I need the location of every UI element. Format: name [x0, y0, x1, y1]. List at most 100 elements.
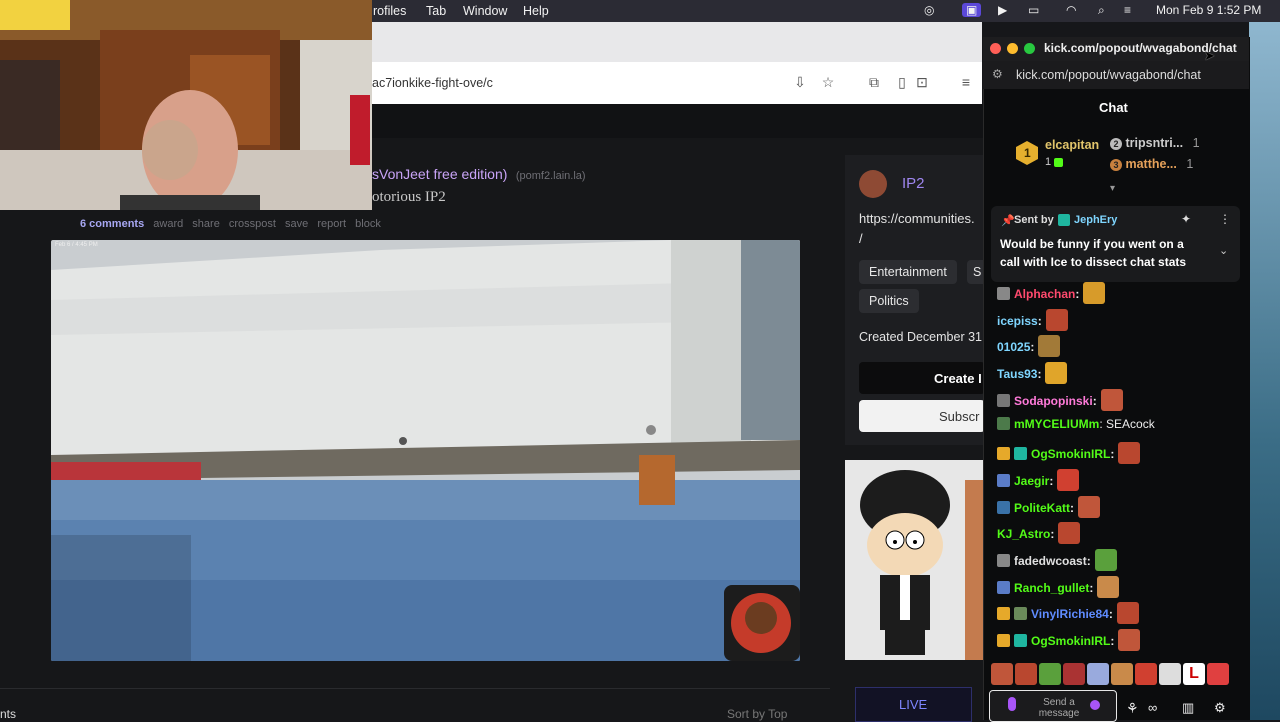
chat-message[interactable]: 01025: — [997, 335, 1061, 357]
emote-icon[interactable] — [1207, 663, 1229, 685]
more-options-icon[interactable]: ⋮ — [1219, 212, 1231, 226]
emote-icon[interactable]: L — [1183, 663, 1205, 685]
sort-dropdown[interactable]: Sort by Top — [727, 707, 787, 721]
screen-record-icon[interactable]: ▣ — [962, 3, 982, 17]
emote-icon[interactable] — [1087, 663, 1109, 685]
collapse-handle-icon[interactable]: ▾ — [1110, 183, 1115, 194]
crosspost-link[interactable]: crosspost — [229, 218, 276, 230]
block-link[interactable]: block — [355, 218, 381, 230]
emoji-icon[interactable] — [1090, 700, 1100, 710]
chat-message[interactable]: KJ_Astro: — [997, 522, 1081, 544]
chat-message[interactable]: Taus93: — [997, 362, 1068, 384]
mic-icon[interactable] — [1008, 697, 1016, 711]
leader-1-name[interactable]: elcapitan — [1045, 138, 1099, 152]
menu-help[interactable]: Help — [523, 4, 549, 18]
emote-icon[interactable] — [1063, 663, 1085, 685]
emote-icon[interactable] — [1159, 663, 1181, 685]
chat-message[interactable]: mMYCELIUMm: SEAcock — [997, 415, 1155, 433]
chat-message[interactable]: Sodapopinski: — [997, 389, 1123, 411]
menu-tab[interactable]: Tab — [426, 4, 446, 18]
sidebar-icon[interactable]: ▯ — [894, 74, 910, 90]
emote-icon[interactable] — [1111, 663, 1133, 685]
post-title[interactable]: sVonJeet free edition) — [372, 166, 507, 182]
share-link[interactable]: share — [192, 218, 220, 230]
chat-username[interactable]: KJ_Astro — [997, 527, 1050, 541]
chat-message[interactable]: Jaegir: — [997, 469, 1080, 491]
close-icon[interactable] — [990, 43, 1001, 54]
chat-username[interactable]: VinylRichie84 — [1031, 607, 1109, 621]
emote-icon[interactable] — [1135, 663, 1157, 685]
users-icon[interactable]: ⚘ — [1126, 700, 1139, 717]
chat-message[interactable]: Ranch_gullet: — [997, 576, 1120, 598]
pin-icon: 📌 — [1001, 215, 1015, 227]
chat-username[interactable]: Sodapopinski — [1014, 394, 1093, 408]
search-icon[interactable]: ⌕ — [1098, 3, 1105, 18]
chat-username[interactable]: Taus93 — [997, 367, 1037, 381]
leader-2-name[interactable]: tripsntri... — [1125, 136, 1183, 150]
save-link[interactable]: save — [285, 218, 308, 230]
install-icon[interactable]: ⇩ — [792, 74, 808, 90]
tab-search-icon[interactable]: ⊡ — [914, 74, 930, 90]
status-icon[interactable]: ◎ — [924, 3, 934, 17]
chat-username[interactable]: Ranch_gullet — [1014, 581, 1089, 595]
settings-gear-icon[interactable]: ⚙ — [1214, 700, 1226, 716]
chat-username[interactable]: PoliteKatt — [1014, 501, 1070, 515]
create-button[interactable]: Create I — [859, 362, 985, 394]
expand-chevron-icon[interactable]: ⌄ — [1219, 244, 1228, 257]
menu-profiles[interactable]: rofiles — [373, 4, 406, 18]
minimize-icon[interactable] — [1007, 43, 1018, 54]
emote-icon[interactable] — [991, 663, 1013, 685]
report-link[interactable]: report — [317, 218, 346, 230]
subscribe-button[interactable]: Subscr — [859, 400, 985, 432]
chat-message[interactable]: OgSmokinIRL: — [997, 442, 1141, 464]
zoom-icon[interactable] — [1024, 43, 1035, 54]
chat-header: Chat — [983, 94, 1249, 122]
pinned-sender[interactable]: JephEry — [1074, 214, 1117, 226]
site-settings-icon[interactable]: ⚙ — [992, 67, 1003, 81]
chat-message[interactable]: fadedwcoast: — [997, 549, 1117, 571]
live-button[interactable]: LIVE — [855, 687, 972, 722]
address-bar[interactable]: ac7ionkike-fight-ove/c — [372, 76, 493, 90]
chat-username[interactable]: OgSmokinIRL — [1031, 447, 1110, 461]
post-domain[interactable]: (pomf2.lain.la) — [516, 170, 586, 182]
wifi-icon[interactable]: ◠ — [1066, 3, 1076, 17]
chat-address[interactable]: kick.com/popout/wvagabond/chat — [1016, 68, 1201, 82]
battery-icon[interactable]: ▭ — [1028, 3, 1039, 17]
menu-window[interactable]: Window — [463, 4, 507, 18]
chat-message[interactable]: PoliteKatt: — [997, 496, 1101, 518]
video-player[interactable]: Feb 6 / 4:45 PM — [51, 240, 800, 661]
sidebar-image[interactable] — [845, 460, 985, 660]
community-avatar[interactable] — [859, 170, 887, 198]
chat-message[interactable]: icepiss: — [997, 309, 1068, 331]
control-center-icon[interactable]: ≡ — [1124, 3, 1131, 17]
chat-username[interactable]: Alphachan — [1014, 287, 1075, 301]
leader-3-name[interactable]: matthe... — [1125, 157, 1176, 171]
clock[interactable]: Mon Feb 9 1:52 PM — [1156, 3, 1261, 17]
chat-username[interactable]: OgSmokinIRL — [1031, 634, 1110, 648]
chat-input[interactable]: Send a message — [989, 690, 1117, 722]
award-link[interactable]: award — [153, 218, 183, 230]
chat-message[interactable]: OgSmokinIRL: — [997, 629, 1141, 651]
chat-username[interactable]: mMYCELIUMm — [1014, 417, 1099, 431]
tag-politics[interactable]: Politics — [859, 289, 919, 313]
chat-username[interactable]: fadedwcoast — [1014, 554, 1087, 568]
chat-username[interactable]: icepiss — [997, 314, 1038, 328]
community-link[interactable]: https://communities. — [859, 211, 975, 226]
comments-link[interactable]: 6 comments — [80, 218, 144, 230]
tag-entertainment[interactable]: Entertainment — [859, 260, 957, 284]
emote-icon[interactable] — [1015, 663, 1037, 685]
chat-username[interactable]: 01025 — [997, 340, 1030, 354]
play-icon[interactable]: ▶ — [998, 3, 1007, 17]
chat-username[interactable]: Jaegir — [1014, 474, 1049, 488]
bookmark-star-icon[interactable]: ☆ — [820, 74, 836, 90]
emote-icon[interactable] — [1039, 663, 1061, 685]
unpin-icon[interactable]: ✦ — [1181, 212, 1191, 226]
chat-message[interactable]: Alphachan: — [997, 282, 1106, 304]
store-icon[interactable]: ▥ — [1182, 700, 1194, 716]
community-name[interactable]: IP2 — [902, 175, 925, 192]
link-icon[interactable]: ∞ — [1148, 700, 1157, 715]
menu-icon[interactable]: ≡ — [958, 74, 974, 90]
chat-message[interactable]: VinylRichie84: — [997, 602, 1139, 624]
chat-text: : — [1030, 340, 1035, 354]
extensions-icon[interactable]: ⧉ — [866, 74, 882, 90]
